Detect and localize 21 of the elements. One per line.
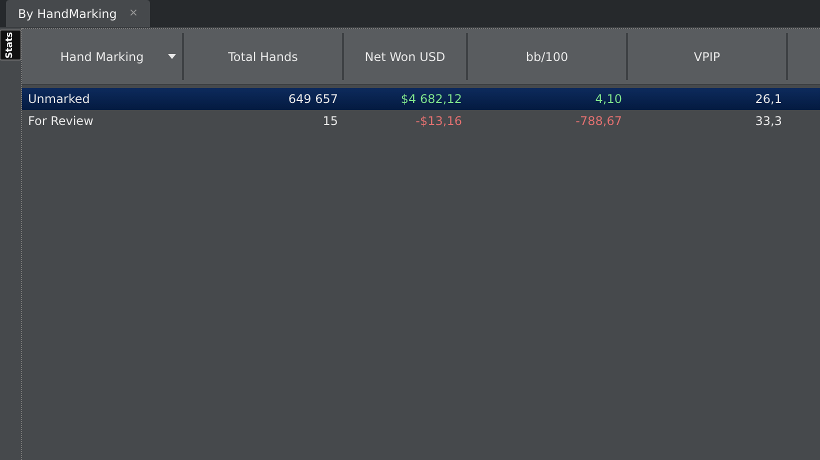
column-header[interactable]: Total Hands (184, 33, 344, 80)
table-cell-text: 649 657 (288, 91, 338, 108)
caret-icon[interactable] (168, 54, 176, 59)
table-row[interactable]: For Review 15 -$13,16 -788,67 33,3 (22, 110, 820, 132)
column-header[interactable]: Hand Marking (22, 33, 184, 80)
table-cell-text: For Review (28, 113, 94, 130)
table-cell-text: 26,1 (755, 91, 782, 108)
table-cell-text: -788,67 (576, 113, 622, 130)
column-header[interactable]: Net Won USD (344, 33, 468, 80)
table-cell-text: -$13,16 (416, 113, 462, 130)
table-cell-text: 15 (322, 113, 338, 130)
tab[interactable]: By HandMarking × (6, 0, 150, 27)
side-tab[interactable]: Stats (0, 30, 22, 61)
table-cell-text: 4,10 (595, 91, 622, 108)
column-header[interactable]: bb/100 (468, 33, 628, 80)
close-icon[interactable]: × (128, 5, 138, 22)
table-row[interactable]: Unmarked 649 657 $4 682,12 4,10 26,1 (22, 88, 820, 110)
table-cell-text: 33,3 (755, 113, 782, 130)
table-cell-text: Unmarked (28, 91, 90, 108)
column-header[interactable]: VPIP (628, 33, 788, 80)
table-cell-text: $4 682,12 (400, 91, 462, 108)
